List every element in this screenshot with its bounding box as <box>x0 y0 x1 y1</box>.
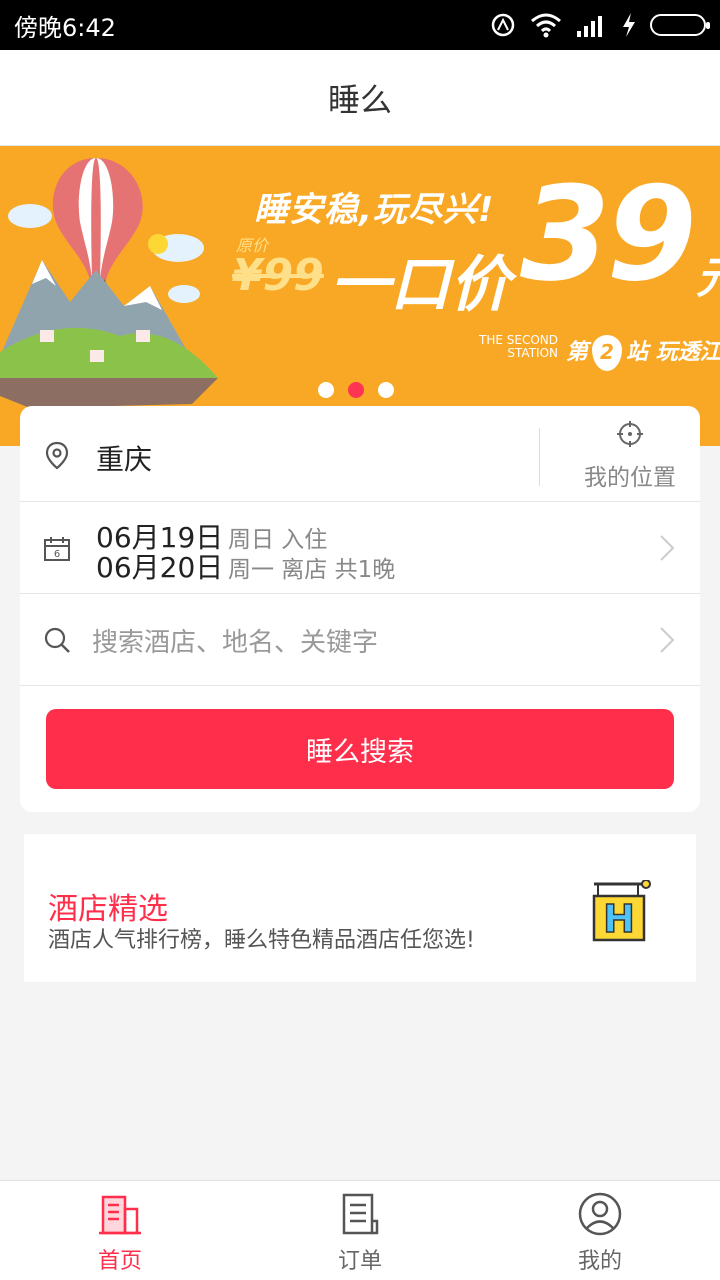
my-location-button[interactable]: 我的位置 <box>560 420 700 492</box>
chevron-right-icon <box>660 627 675 653</box>
user-icon <box>578 1192 622 1236</box>
banner-station-en: THE SECOND STATION <box>479 333 558 360</box>
station-number-pin: 2 <box>592 335 623 371</box>
banner-headline: 睡安稳,玩尽兴! <box>254 190 495 230</box>
tab-profile-label: 我的 <box>577 1249 622 1274</box>
tab-home-label: 首页 <box>97 1249 142 1274</box>
status-bar: 傍晚6:42 <box>0 0 720 50</box>
chevron-right-icon <box>660 535 675 561</box>
station-suffix: 站 玩透江 <box>626 340 720 365</box>
wifi-icon <box>531 13 561 38</box>
city-row[interactable]: 重庆 我的位置 <box>20 406 700 502</box>
checkout-note: 周一 离店 共1晚 <box>228 557 396 583</box>
keyword-input[interactable]: 搜索酒店、地名、关键字 <box>92 622 378 659</box>
balloon-illustration <box>0 158 218 408</box>
signal-icon <box>577 16 602 37</box>
tab-orders-label: 订单 <box>337 1249 382 1274</box>
station-prefix: 第 <box>566 340 589 365</box>
document-icon <box>342 1193 379 1235</box>
banner-deal-text: 一口价 <box>330 250 510 320</box>
crosshair-icon <box>617 421 643 447</box>
search-icon <box>44 627 70 653</box>
banner-price-unit: 元 <box>696 242 720 306</box>
banner-station-cn: 第2站 玩透江 <box>566 334 720 371</box>
keyword-row[interactable]: 搜索酒店、地名、关键字 <box>20 594 700 686</box>
date-row[interactable]: 6 06月19日 周日 入住 06月20日 周一 离店 共1晚 <box>20 502 700 594</box>
charging-icon <box>623 13 635 37</box>
checkin-line: 06月19日 周日 入住 <box>96 516 395 554</box>
featured-hotels-card[interactable]: 酒店精选 酒店人气排行榜，睡么特色精品酒店任您选! H <box>24 834 696 982</box>
promo-banner[interactable]: 睡安稳,玩尽兴! 原价 ¥99 一口价 39 元 THE SECOND STAT… <box>0 146 720 446</box>
app-header: 睡么 <box>0 50 720 146</box>
search-button[interactable]: 睡么搜索 <box>46 709 674 789</box>
my-location-label: 我的位置 <box>584 465 676 491</box>
banner-pagination <box>318 382 394 398</box>
checkin-note: 周日 入住 <box>228 527 328 553</box>
status-icons <box>490 12 710 38</box>
bottom-tab-bar: 首页 订单 我的 <box>0 1180 720 1280</box>
battery-icon <box>650 14 710 36</box>
banner-dot-2[interactable] <box>348 382 364 398</box>
tab-orders[interactable]: 订单 <box>240 1181 480 1280</box>
status-time: 傍晚6:42 <box>14 13 116 42</box>
location-pin-icon <box>45 441 69 470</box>
banner-original-price: ¥99 <box>232 250 324 301</box>
hotel-search-card: 重庆 我的位置 6 06月19日 周日 入住 06月20日 周一 离店 共1晚 … <box>20 406 700 812</box>
sync-icon <box>491 13 515 37</box>
svg-text:6: 6 <box>54 549 60 560</box>
page-title: 睡么 <box>327 80 392 119</box>
checkout-date: 06月20日 <box>96 551 224 584</box>
city-divider <box>539 428 540 486</box>
city-name: 重庆 <box>96 443 153 476</box>
date-range: 06月19日 周日 入住 06月20日 周一 离店 共1晚 <box>96 516 395 584</box>
svg-text:H: H <box>603 897 635 941</box>
featured-subtitle: 酒店人气排行榜，睡么特色精品酒店任您选! <box>48 928 475 953</box>
calendar-icon: 6 <box>44 537 70 561</box>
tab-home[interactable]: 首页 <box>0 1181 240 1280</box>
banner-dot-1[interactable] <box>318 382 334 398</box>
banner-dot-3[interactable] <box>378 382 394 398</box>
hotel-sign-icon: H <box>592 880 651 942</box>
building-icon <box>99 1195 141 1235</box>
tab-profile[interactable]: 我的 <box>480 1181 720 1280</box>
banner-price: 39 <box>520 158 697 310</box>
checkout-line: 06月20日 周一 离店 共1晚 <box>96 546 395 584</box>
